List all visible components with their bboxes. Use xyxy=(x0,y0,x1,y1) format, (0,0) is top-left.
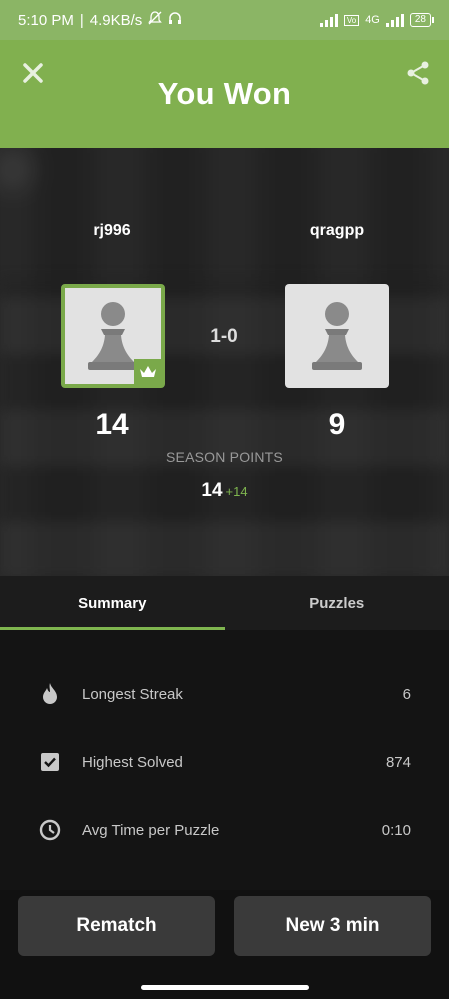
share-button[interactable] xyxy=(405,60,431,86)
player-right-rating: 9 xyxy=(328,408,346,441)
pawn-icon xyxy=(312,302,362,370)
rematch-button[interactable]: Rematch xyxy=(18,896,215,956)
game-result-score: 1-0 xyxy=(210,326,238,347)
summary-panel: Longest Streak 6 Highest Solved 874 Avg … xyxy=(0,630,449,890)
flame-icon xyxy=(38,682,62,706)
stat-row-highest-solved: Highest Solved 874 xyxy=(0,742,449,782)
new-game-button[interactable]: New 3 min xyxy=(234,896,431,956)
home-indicator[interactable] xyxy=(141,985,309,990)
player-left-rating: 14 xyxy=(95,408,129,441)
close-icon xyxy=(23,63,43,83)
signal-icon-2 xyxy=(385,13,404,27)
mute-icon xyxy=(148,11,163,29)
volte-icon: Vo xyxy=(343,14,360,26)
tab-puzzles[interactable]: Puzzles xyxy=(225,576,449,630)
page-title: You Won xyxy=(157,76,292,111)
player-left-avatar[interactable] xyxy=(61,284,165,388)
season-points: 14 +14 xyxy=(0,480,449,502)
signal-icon xyxy=(319,13,338,27)
stat-label: Avg Time per Puzzle xyxy=(82,821,220,839)
share-icon xyxy=(407,61,429,85)
clock-icon xyxy=(38,818,62,842)
status-bar: 5:10 PM | 4.9KB/s Vo 4G 28 xyxy=(0,0,449,40)
stat-label: Highest Solved xyxy=(82,753,183,771)
bottom-action-bar: Rematch New 3 min xyxy=(0,890,449,999)
player-left-name: rj996 xyxy=(93,222,131,239)
tab-summary[interactable]: Summary xyxy=(0,576,225,630)
season-points-delta: +14 xyxy=(225,484,248,499)
stat-value: 0:10 xyxy=(381,821,411,839)
player-right-name: qragpp xyxy=(309,222,365,239)
result-header: You Won xyxy=(0,40,449,148)
stat-label: Longest Streak xyxy=(82,685,183,703)
crown-icon xyxy=(140,366,156,377)
stat-row-longest-streak: Longest Streak 6 xyxy=(0,674,449,714)
player-right-avatar[interactable] xyxy=(285,284,389,388)
status-speed: 4.9KB/s xyxy=(89,11,143,29)
headphones-icon xyxy=(168,11,182,29)
season-points-value: 14 xyxy=(201,480,223,501)
stat-row-avg-time: Avg Time per Puzzle 0:10 xyxy=(0,810,449,850)
winner-crown-badge xyxy=(134,359,162,385)
stat-value: 6 xyxy=(402,685,411,703)
season-points-label: SEASON POINTS xyxy=(166,449,283,465)
network-type: 4G xyxy=(365,14,380,26)
battery-icon: 28 xyxy=(409,13,435,27)
checkbox-icon xyxy=(38,750,62,774)
status-time: 5:10 PM xyxy=(18,11,74,29)
stat-value: 874 xyxy=(385,753,411,771)
close-button[interactable] xyxy=(18,58,48,88)
tab-bar: Summary Puzzles xyxy=(0,576,449,630)
